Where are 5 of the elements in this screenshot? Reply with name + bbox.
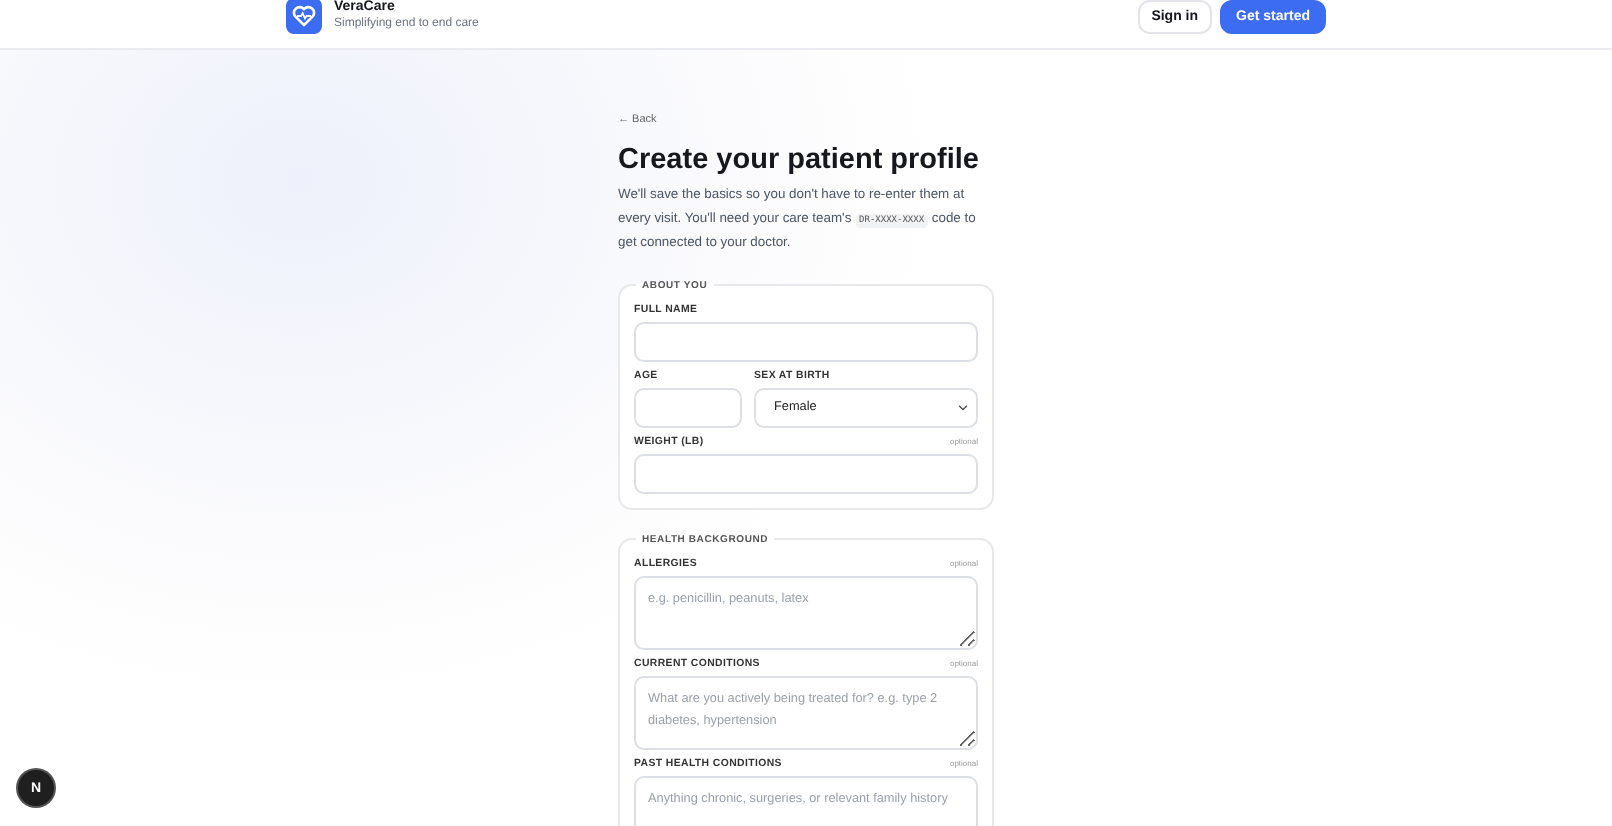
- chevron-down-icon: [958, 403, 968, 412]
- page-title: Create your patient profile: [618, 142, 981, 178]
- input-field[interactable]: [634, 321, 978, 362]
- input-field[interactable]: [634, 453, 978, 494]
- input-field[interactable]: [634, 387, 742, 428]
